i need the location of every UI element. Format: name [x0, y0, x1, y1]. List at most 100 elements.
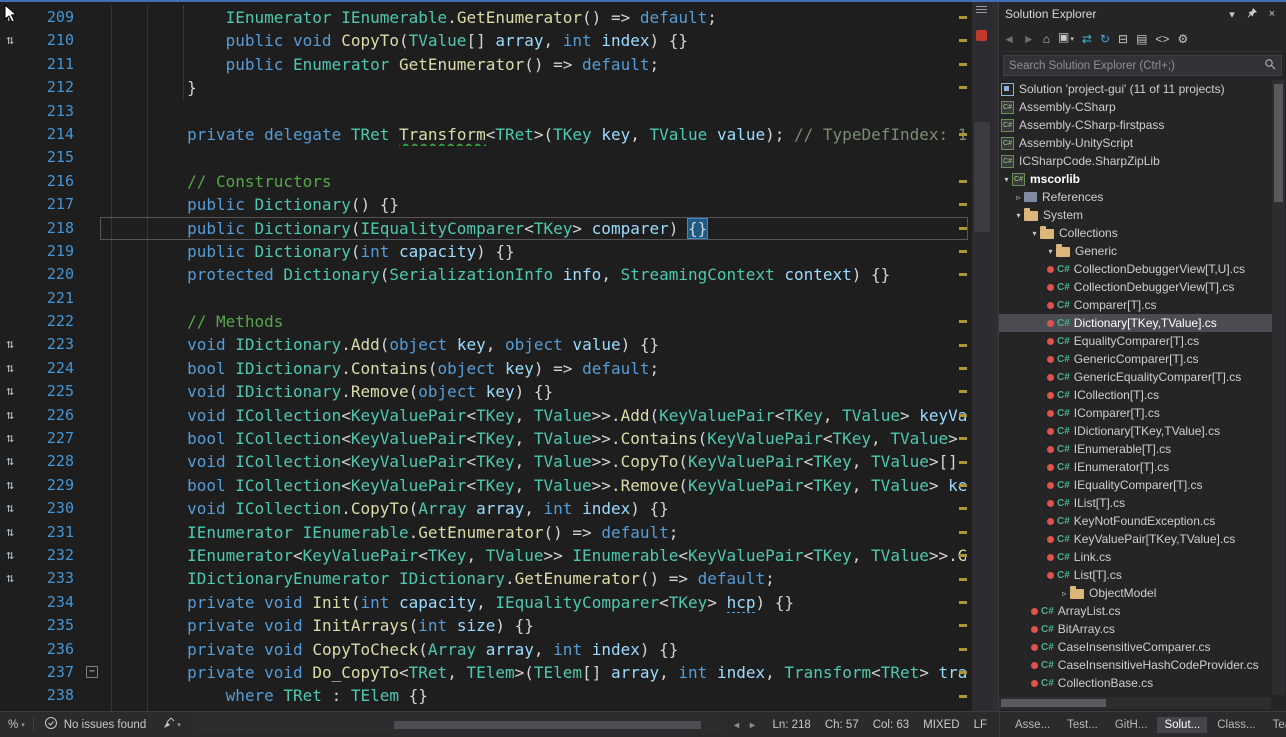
collapse-arrow-icon[interactable]: ▾ [1013, 211, 1024, 220]
code-line-230[interactable]: ⇅230 void ICollection.CopyTo(Array array… [0, 497, 992, 520]
tree-item-collectionbase-cs[interactable]: C#CollectionBase.cs [999, 674, 1273, 692]
tree-item-assembly-unityscript[interactable]: C#Assembly-UnityScript [999, 134, 1273, 152]
tree-item-mscorlib[interactable]: ▾C#mscorlib [999, 170, 1273, 188]
code-line-234[interactable]: 234 private void Init(int capacity, IEqu… [0, 591, 992, 614]
code-line-213[interactable]: 213 [0, 100, 992, 123]
tree-item-caseinsensitivehashcodeprovider-cs[interactable]: C#CaseInsensitiveHashCodeProvider.cs [999, 656, 1273, 674]
tree-item-ienumerator-t-cs[interactable]: C#IEnumerator[T].cs [999, 458, 1273, 476]
code-line-215[interactable]: 215 [0, 146, 992, 169]
code-line-227[interactable]: ⇅227 bool ICollection<KeyValuePair<TKey,… [0, 427, 992, 450]
scroll-left-button[interactable]: ◄ [728, 712, 744, 737]
code-line-210[interactable]: ⇅210 public void CopyTo(TValue[] array, … [0, 29, 992, 52]
code-line-216[interactable]: 216 // Constructors [0, 170, 992, 193]
properties-icon[interactable]: ⚙ [1177, 32, 1188, 46]
code-line-226[interactable]: ⇅226 void ICollection<KeyValuePair<TKey,… [0, 404, 992, 427]
code-line-224[interactable]: ⇅224 bool IDictionary.Contains(object ke… [0, 357, 992, 380]
column-indicator[interactable]: Col: 63 [873, 719, 909, 731]
code-line-221[interactable]: 221 [0, 287, 992, 310]
split-grip[interactable] [976, 6, 987, 14]
tree-item-arraylist-cs[interactable]: C#ArrayList.cs [999, 602, 1273, 620]
code-line-235[interactable]: 235 private void InitArrays(int size) {} [0, 614, 992, 637]
collapse-arrow-icon[interactable]: ▾ [1045, 247, 1056, 256]
tree-item-comparer-t-cs[interactable]: C#Comparer[T].cs [999, 296, 1273, 314]
code-line-225[interactable]: ⇅225 void IDictionary.Remove(object key)… [0, 380, 992, 403]
code-line-228[interactable]: ⇅228 void ICollection<KeyValuePair<TKey,… [0, 450, 992, 473]
code-line-222[interactable]: 222 // Methods [0, 310, 992, 333]
fold-collapse-icon[interactable]: − [86, 666, 98, 678]
tree-item-icomparer-t-cs[interactable]: C#IComparer[T].cs [999, 404, 1273, 422]
code-line-219[interactable]: 219 public Dictionary(int capacity) {} [0, 240, 992, 263]
expand-arrow-icon[interactable]: ▹ [1059, 589, 1070, 598]
code-line-237[interactable]: −237 private void Do_CopyTo<TRet, TElem>… [0, 661, 992, 684]
tree-item-icsharpcode-sharpziplib[interactable]: C#ICSharpCode.SharpZipLib [999, 152, 1273, 170]
tool-tab-class[interactable]: Class... [1210, 717, 1262, 733]
code-line-211[interactable]: 211 public Enumerator GetEnumerator() =>… [0, 53, 992, 76]
view-selector-icon[interactable]: ▣▾ [1058, 30, 1074, 47]
line-ending-indicator[interactable]: LF [974, 719, 987, 731]
tree-item-caseinsensitivecomparer-cs[interactable]: C#CaseInsensitiveComparer.cs [999, 638, 1273, 656]
code-line-233[interactable]: ⇅233 IDictionaryEnumerator IDictionary.G… [0, 567, 992, 590]
panel-horizontal-scrollbar[interactable] [999, 697, 1271, 709]
code-line-218[interactable]: 218 public Dictionary(IEqualityComparer<… [0, 217, 992, 240]
code-line-229[interactable]: ⇅229 bool ICollection<KeyValuePair<TKey,… [0, 474, 992, 497]
code-line-209[interactable]: ⇅209 IEnumerator IEnumerable.GetEnumerat… [0, 6, 992, 29]
code-line-231[interactable]: ⇅231 IEnumerator IEnumerable.GetEnumerat… [0, 521, 992, 544]
tree-item-generic[interactable]: ▾Generic [999, 242, 1273, 260]
tree-item-assembly-csharp-firstpass[interactable]: C#Assembly-CSharp-firstpass [999, 116, 1273, 134]
code-line-212[interactable]: 212 } [0, 76, 992, 99]
tool-tab-asse[interactable]: Asse... [1008, 717, 1057, 733]
tree-item-collectiondebuggerview-t-u-cs[interactable]: C#CollectionDebuggerView[T,U].cs [999, 260, 1273, 278]
show-all-files-icon[interactable]: ▤ [1136, 32, 1147, 46]
zoom-control[interactable]: % ▾ [0, 712, 33, 737]
scrollbar-thumb[interactable] [974, 122, 990, 232]
document-health-indicator[interactable]: No issues found [34, 712, 156, 737]
tool-tab-tea[interactable]: Tea... [1266, 717, 1286, 733]
tree-item-system[interactable]: ▾System [999, 206, 1273, 224]
collapse-arrow-icon[interactable]: ▾ [1029, 229, 1040, 238]
code-line-214[interactable]: 214 private delegate TRet Transform<TRet… [0, 123, 992, 146]
tree-item-idictionary-tkey-tvalue-cs[interactable]: C#IDictionary[TKey,TValue].cs [999, 422, 1273, 440]
tree-item-ienumerable-t-cs[interactable]: C#IEnumerable[T].cs [999, 440, 1273, 458]
scrollbar-thumb[interactable] [1274, 84, 1283, 202]
code-line-232[interactable]: ⇅232 IEnumerator<KeyValuePair<TKey, TVal… [0, 544, 992, 567]
collapse-all-icon[interactable]: ⊟ [1118, 32, 1128, 46]
collapse-arrow-icon[interactable]: ▾ [1001, 175, 1012, 184]
tree-item-collections[interactable]: ▾Collections [999, 224, 1273, 242]
tree-item-objectmodel[interactable]: ▹ObjectModel [999, 584, 1273, 602]
window-position-icon[interactable]: ▾ [1224, 8, 1240, 21]
code-line-238[interactable]: 238 where TRet : TElem {} [0, 684, 992, 707]
code-line-220[interactable]: 220 protected Dictionary(SerializationIn… [0, 263, 992, 286]
char-indicator[interactable]: Ch: 57 [825, 719, 859, 731]
tree-item-solution-project-gui-11-of-11-projects[interactable]: Solution 'project-gui' (11 of 11 project… [999, 80, 1273, 98]
tree-item-assembly-csharp[interactable]: C#Assembly-CSharp [999, 98, 1273, 116]
tree-item-genericcomparer-t-cs[interactable]: C#GenericComparer[T].cs [999, 350, 1273, 368]
close-icon[interactable]: × [1264, 8, 1280, 20]
tool-tab-test[interactable]: Test... [1060, 717, 1105, 733]
expand-arrow-icon[interactable]: ▹ [1013, 193, 1024, 202]
forward-icon[interactable]: ► [1023, 32, 1035, 46]
scrollbar-thumb[interactable] [1001, 699, 1106, 707]
search-icon[interactable] [1264, 57, 1276, 75]
tree-item-references[interactable]: ▹References [999, 188, 1273, 206]
tree-item-list-t-cs[interactable]: C#List[T].cs [999, 566, 1273, 584]
scroll-right-button[interactable]: ► [744, 712, 760, 737]
tree-item-dictionary-tkey-tvalue-cs[interactable]: C#Dictionary[TKey,TValue].cs [999, 314, 1273, 332]
tree-item-bitarray-cs[interactable]: C#BitArray.cs [999, 620, 1273, 638]
editor-horizontal-scrollbar[interactable] [193, 719, 723, 731]
refresh-icon[interactable]: ↻ [1100, 32, 1110, 46]
tree-item-genericequalitycomparer-t-cs[interactable]: C#GenericEqualityComparer[T].cs [999, 368, 1273, 386]
scrollbar-thumb[interactable] [394, 721, 701, 729]
tree-item-icollection-t-cs[interactable]: C#ICollection[T].cs [999, 386, 1273, 404]
editor-vertical-scrollbar[interactable] [972, 2, 992, 711]
back-icon[interactable]: ◄ [1003, 32, 1015, 46]
tool-tab-solut[interactable]: Solut... [1157, 717, 1207, 733]
tree-item-keynotfoundexception-cs[interactable]: C#KeyNotFoundException.cs [999, 512, 1273, 530]
dropdown-caret-icon[interactable]: ▾ [1070, 36, 1074, 43]
tree-item-iequalitycomparer-t-cs[interactable]: C#IEqualityComparer[T].cs [999, 476, 1273, 494]
code-editor[interactable]: ⇅209 IEnumerator IEnumerable.GetEnumerat… [0, 2, 992, 711]
sync-with-active-document-icon[interactable]: ⇄ [1082, 32, 1092, 46]
tree-item-collectiondebuggerview-t-cs[interactable]: C#CollectionDebuggerView[T].cs [999, 278, 1273, 296]
tree-item-link-cs[interactable]: C#Link.cs [999, 548, 1273, 566]
tool-tab-gith[interactable]: GitH... [1108, 717, 1155, 733]
tree-item-equalitycomparer-t-cs[interactable]: C#EqualityComparer[T].cs [999, 332, 1273, 350]
